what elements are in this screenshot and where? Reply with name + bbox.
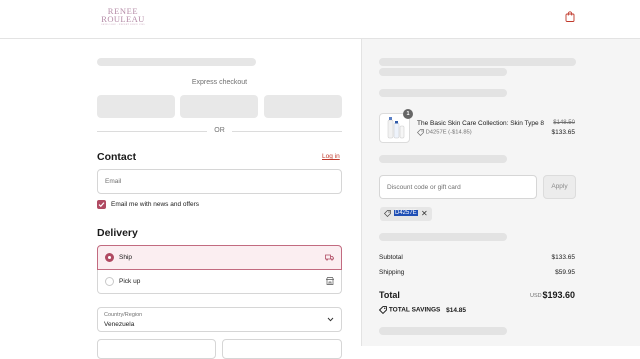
- loading-placeholder-6: [379, 327, 507, 335]
- pickup-label: Pick up: [119, 278, 141, 285]
- ship-radio[interactable]: [105, 253, 114, 262]
- country-value: Venezuela: [104, 321, 135, 328]
- newsletter-checkbox[interactable]: [97, 200, 106, 209]
- contact-heading: Contact: [97, 151, 137, 163]
- applied-discount-tag: D4257E ✕: [380, 207, 432, 221]
- email-placeholder: Email: [105, 178, 122, 185]
- pickup-option[interactable]: Pick up: [97, 270, 342, 294]
- loading-placeholder-1: [379, 58, 576, 66]
- total-currency: USD: [530, 293, 542, 299]
- product-discount-text: D4257E (-$14.85): [425, 129, 472, 136]
- newsletter-label: Email me with news and offers: [111, 201, 200, 208]
- remove-discount-icon[interactable]: ✕: [421, 209, 428, 218]
- product-discount: D4257E (-$14.85): [417, 129, 472, 136]
- tag-icon: [417, 129, 424, 136]
- divider-line-right: [232, 131, 342, 132]
- shipping-value: $59.95: [555, 269, 575, 276]
- bag-icon[interactable]: [565, 11, 575, 22]
- loading-placeholder-3: [379, 89, 507, 97]
- discount-placeholder: Discount code or gift card: [387, 184, 461, 191]
- loading-placeholder-2: [379, 68, 507, 76]
- express-checkout-label: Express checkout: [191, 79, 248, 86]
- total-value: $193.60: [542, 290, 575, 300]
- country-label: Country/Region: [104, 312, 143, 318]
- brand-logo[interactable]: RENEE ROULEAU SKIN CARE · EXPERT SINCE 1…: [97, 7, 149, 27]
- pickup-radio[interactable]: [105, 277, 114, 286]
- logo-tagline: SKIN CARE · EXPERT SINCE 1985: [101, 23, 145, 26]
- quantity-badge: 1: [403, 109, 413, 119]
- first-name-field[interactable]: [97, 339, 216, 359]
- total-savings: TOTAL SAVINGS $14.85: [378, 306, 467, 315]
- loading-placeholder-4: [379, 155, 507, 163]
- email-field[interactable]: Email: [97, 169, 342, 194]
- tag-icon: [378, 306, 387, 315]
- savings-value: $14.85: [446, 306, 467, 314]
- store-icon: [326, 277, 334, 285]
- delivery-heading: Delivery: [97, 227, 138, 239]
- chevron-down-icon: [327, 317, 334, 322]
- express-pay-button-3[interactable]: [264, 95, 342, 118]
- site-header: RENEE ROULEAU SKIN CARE · EXPERT SINCE 1…: [0, 0, 640, 39]
- ship-option[interactable]: Ship: [97, 245, 342, 270]
- subtotal-value: $133.65: [551, 254, 576, 261]
- item-price: $133.65: [551, 129, 576, 136]
- applied-code: D4257E: [394, 210, 418, 216]
- original-price: $148.50: [553, 120, 575, 126]
- login-link[interactable]: Log in: [322, 153, 340, 160]
- savings-label: TOTAL SAVINGS: [388, 306, 441, 314]
- country-select[interactable]: Country/Region Venezuela: [97, 307, 342, 332]
- shipping-label: Shipping: [379, 269, 405, 276]
- last-name-field[interactable]: [222, 339, 342, 359]
- ship-label: Ship: [119, 254, 133, 261]
- express-pay-button-1[interactable]: [97, 95, 175, 118]
- tag-icon: [384, 210, 391, 217]
- checkmark-icon: [98, 202, 105, 208]
- truck-icon: [325, 254, 334, 261]
- discount-code-input[interactable]: Discount code or gift card: [379, 175, 537, 199]
- total-label: Total: [379, 290, 400, 300]
- or-divider: OR: [97, 127, 342, 136]
- loading-placeholder-5: [379, 233, 507, 241]
- express-pay-button-2[interactable]: [180, 95, 258, 118]
- apply-button[interactable]: Apply: [543, 175, 576, 199]
- loading-placeholder-top: [97, 58, 256, 66]
- logo-line-2: ROULEAU: [101, 14, 145, 24]
- product-name: The Basic Skin Care Collection: Skin Typ…: [417, 120, 545, 127]
- subtotal-label: Subtotal: [379, 254, 403, 261]
